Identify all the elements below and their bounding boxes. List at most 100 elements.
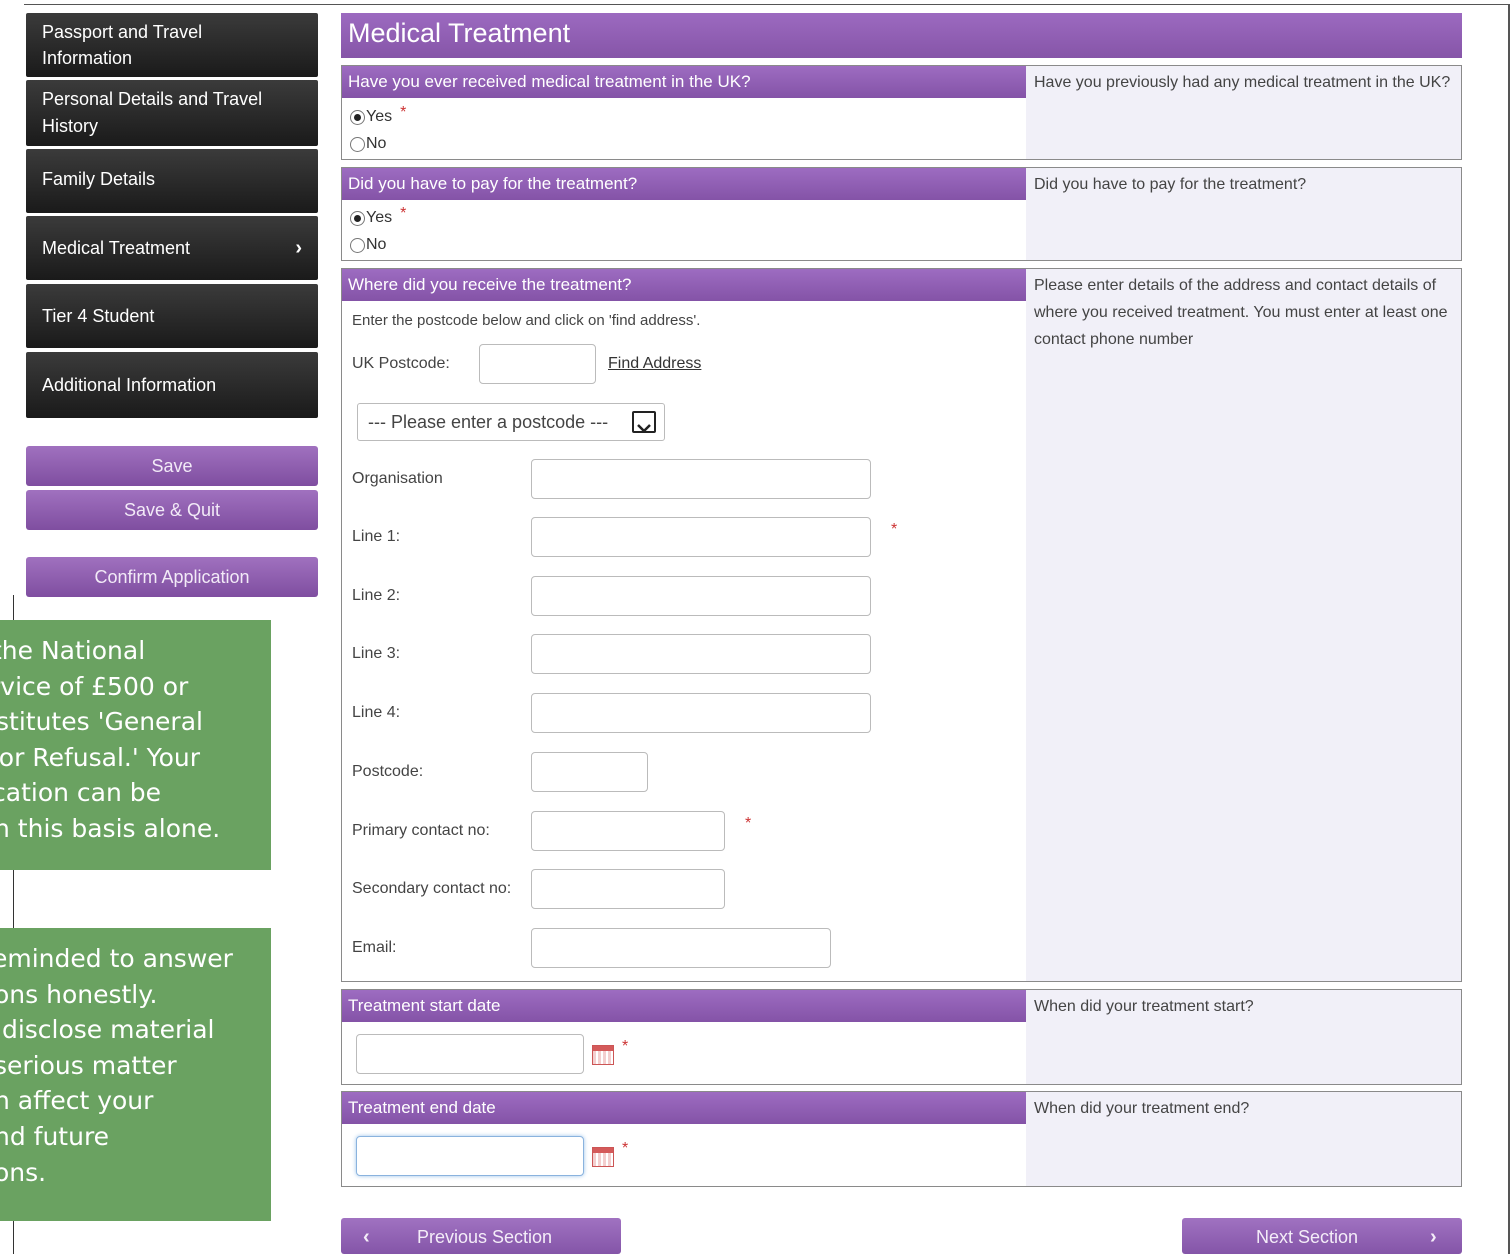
line1-label: Line 1: bbox=[352, 528, 401, 545]
radio-yes[interactable]: Yes * bbox=[350, 205, 406, 227]
question-label: Where did you receive the treatment? bbox=[342, 269, 1026, 301]
question-label: Did you have to pay for the treatment? bbox=[342, 168, 1026, 200]
callout-line: cation can be bbox=[0, 778, 162, 808]
chevron-right-icon: › bbox=[1430, 1226, 1437, 1248]
help-text: Did you have to pay for the treatment? bbox=[1026, 168, 1461, 260]
uk-postcode-input[interactable] bbox=[479, 344, 596, 384]
sidebar-item-label: Tier 4 Student bbox=[42, 305, 155, 326]
calendar-icon[interactable] bbox=[592, 1147, 614, 1167]
end-date-input[interactable] bbox=[356, 1136, 584, 1176]
postcode-label: Postcode: bbox=[352, 763, 424, 780]
radio-label: Yes bbox=[366, 108, 393, 125]
sidebar-item-family-details[interactable]: Family Details bbox=[26, 149, 318, 213]
sidebar-item-label: Personal Details and Travel History bbox=[42, 89, 263, 136]
radio-no[interactable]: No bbox=[350, 236, 386, 254]
confirm-application-button[interactable]: Confirm Application bbox=[26, 557, 318, 597]
line2-label: Line 2: bbox=[352, 587, 401, 604]
radio-label: No bbox=[366, 135, 387, 152]
line2-input[interactable] bbox=[531, 576, 871, 616]
line3-label: Line 3: bbox=[352, 645, 401, 662]
page-frame-top bbox=[24, 4, 1510, 5]
radio-yes[interactable]: Yes * bbox=[350, 104, 406, 126]
save-button[interactable]: Save bbox=[26, 446, 318, 486]
required-marker: * bbox=[400, 205, 407, 222]
question-label: Have you ever received medical treatment… bbox=[342, 66, 1026, 98]
next-section-label: Next Section bbox=[1256, 1227, 1359, 1247]
required-marker: * bbox=[745, 815, 752, 832]
email-label: Email: bbox=[352, 939, 397, 956]
postcode-input[interactable] bbox=[531, 752, 648, 792]
callout-line: n this basis alone. bbox=[0, 813, 221, 843]
required-marker: * bbox=[622, 1038, 629, 1055]
page-title: Medical Treatment bbox=[341, 13, 1462, 58]
required-marker: * bbox=[400, 104, 407, 121]
required-marker: * bbox=[891, 521, 898, 538]
previous-section-label: Previous Section bbox=[417, 1227, 553, 1247]
callout-line: nd future bbox=[0, 1121, 110, 1151]
save-quit-button[interactable]: Save & Quit bbox=[26, 490, 318, 530]
section-received-treatment: Have you ever received medical treatment… bbox=[341, 65, 1462, 160]
callout-line: disclose material bbox=[0, 1015, 215, 1045]
chevron-left-icon: ‹ bbox=[363, 1226, 370, 1248]
callout-line: ons honestly. bbox=[0, 979, 158, 1009]
callout-line: n affect your bbox=[0, 1086, 154, 1116]
help-text: Have you previously had any medical trea… bbox=[1026, 66, 1461, 159]
start-date-input[interactable] bbox=[356, 1034, 584, 1074]
section-treatment-address: Where did you receive the treatment? Ple… bbox=[341, 268, 1462, 982]
section-start-date: Treatment start date When did your treat… bbox=[341, 989, 1462, 1085]
previous-section-button[interactable]: ‹ Previous Section bbox=[341, 1218, 621, 1254]
radio-label: No bbox=[366, 236, 387, 253]
secondary-contact-input[interactable] bbox=[531, 869, 725, 909]
address-select[interactable]: --- Please enter a postcode --- bbox=[357, 403, 665, 441]
line3-input[interactable] bbox=[531, 634, 871, 674]
chevron-right-icon: › bbox=[295, 236, 302, 259]
callout-line: for Refusal.' Your bbox=[0, 742, 201, 772]
callout-line: ons. bbox=[0, 1157, 47, 1187]
sidebar-item-additional-info[interactable]: Additional Information bbox=[26, 352, 318, 418]
sidebar-item-tier4-student[interactable]: Tier 4 Student bbox=[26, 284, 318, 348]
sidebar-item-label: Additional Information bbox=[42, 374, 217, 395]
organisation-input[interactable] bbox=[531, 459, 871, 499]
calendar-icon[interactable] bbox=[592, 1045, 614, 1065]
address-select-value: --- Please enter a postcode --- bbox=[368, 412, 609, 432]
radio-button[interactable] bbox=[350, 136, 365, 152]
sidebar-item-label: Passport and Travel Information bbox=[42, 22, 203, 68]
primary-contact-label: Primary contact no: bbox=[352, 822, 490, 839]
sidebar-item-personal-details[interactable]: Personal Details and Travel History bbox=[26, 80, 318, 146]
primary-contact-input[interactable] bbox=[531, 811, 725, 851]
radio-no[interactable]: No bbox=[350, 135, 386, 153]
radio-button[interactable] bbox=[350, 237, 365, 253]
radio-button[interactable] bbox=[350, 109, 365, 125]
help-text: When did your treatment end? bbox=[1026, 1092, 1461, 1186]
radio-label: Yes bbox=[366, 209, 393, 226]
organisation-label: Organisation bbox=[352, 470, 443, 487]
help-text: Please enter details of the address and … bbox=[1026, 269, 1461, 981]
callout-line: eminded to answer bbox=[0, 944, 233, 973]
callout-answer-honestly: eminded to answer ons honestly. disclose… bbox=[0, 928, 271, 1221]
section-end-date: Treatment end date When did your treatme… bbox=[341, 1091, 1462, 1187]
required-marker: * bbox=[622, 1140, 629, 1157]
radio-button[interactable] bbox=[350, 210, 365, 226]
callout-line: serious matter bbox=[0, 1050, 177, 1080]
chevron-down-icon bbox=[632, 411, 656, 433]
secondary-contact-label: Secondary contact no: bbox=[352, 880, 512, 897]
sidebar-item-label: Medical Treatment bbox=[42, 237, 191, 258]
callout-nhs-debt: the National rvice of £500 or stitutes '… bbox=[0, 620, 271, 870]
postcode-instruction: Enter the postcode below and click on 'f… bbox=[352, 312, 701, 329]
line4-input[interactable] bbox=[531, 693, 871, 733]
next-section-button[interactable]: Next Section › bbox=[1182, 1218, 1462, 1254]
sidebar-item-passport-travel[interactable]: Passport and Travel Information bbox=[26, 13, 318, 77]
section-paid-treatment: Did you have to pay for the treatment? D… bbox=[341, 167, 1462, 261]
sidebar-item-label: Family Details bbox=[42, 169, 156, 189]
line4-label: Line 4: bbox=[352, 704, 401, 721]
find-address-link[interactable]: Find Address bbox=[608, 355, 701, 373]
help-text: When did your treatment start? bbox=[1026, 990, 1461, 1084]
question-label: Treatment end date bbox=[342, 1092, 1026, 1124]
callout-line: stitutes 'General bbox=[0, 707, 203, 737]
callout-line: rvice of £500 or bbox=[0, 671, 189, 701]
question-label: Treatment start date bbox=[342, 990, 1026, 1022]
line1-input[interactable] bbox=[531, 517, 871, 557]
uk-postcode-label: UK Postcode: bbox=[352, 355, 450, 372]
email-input[interactable] bbox=[531, 928, 831, 968]
sidebar-item-medical-treatment[interactable]: Medical Treatment › bbox=[26, 216, 318, 280]
